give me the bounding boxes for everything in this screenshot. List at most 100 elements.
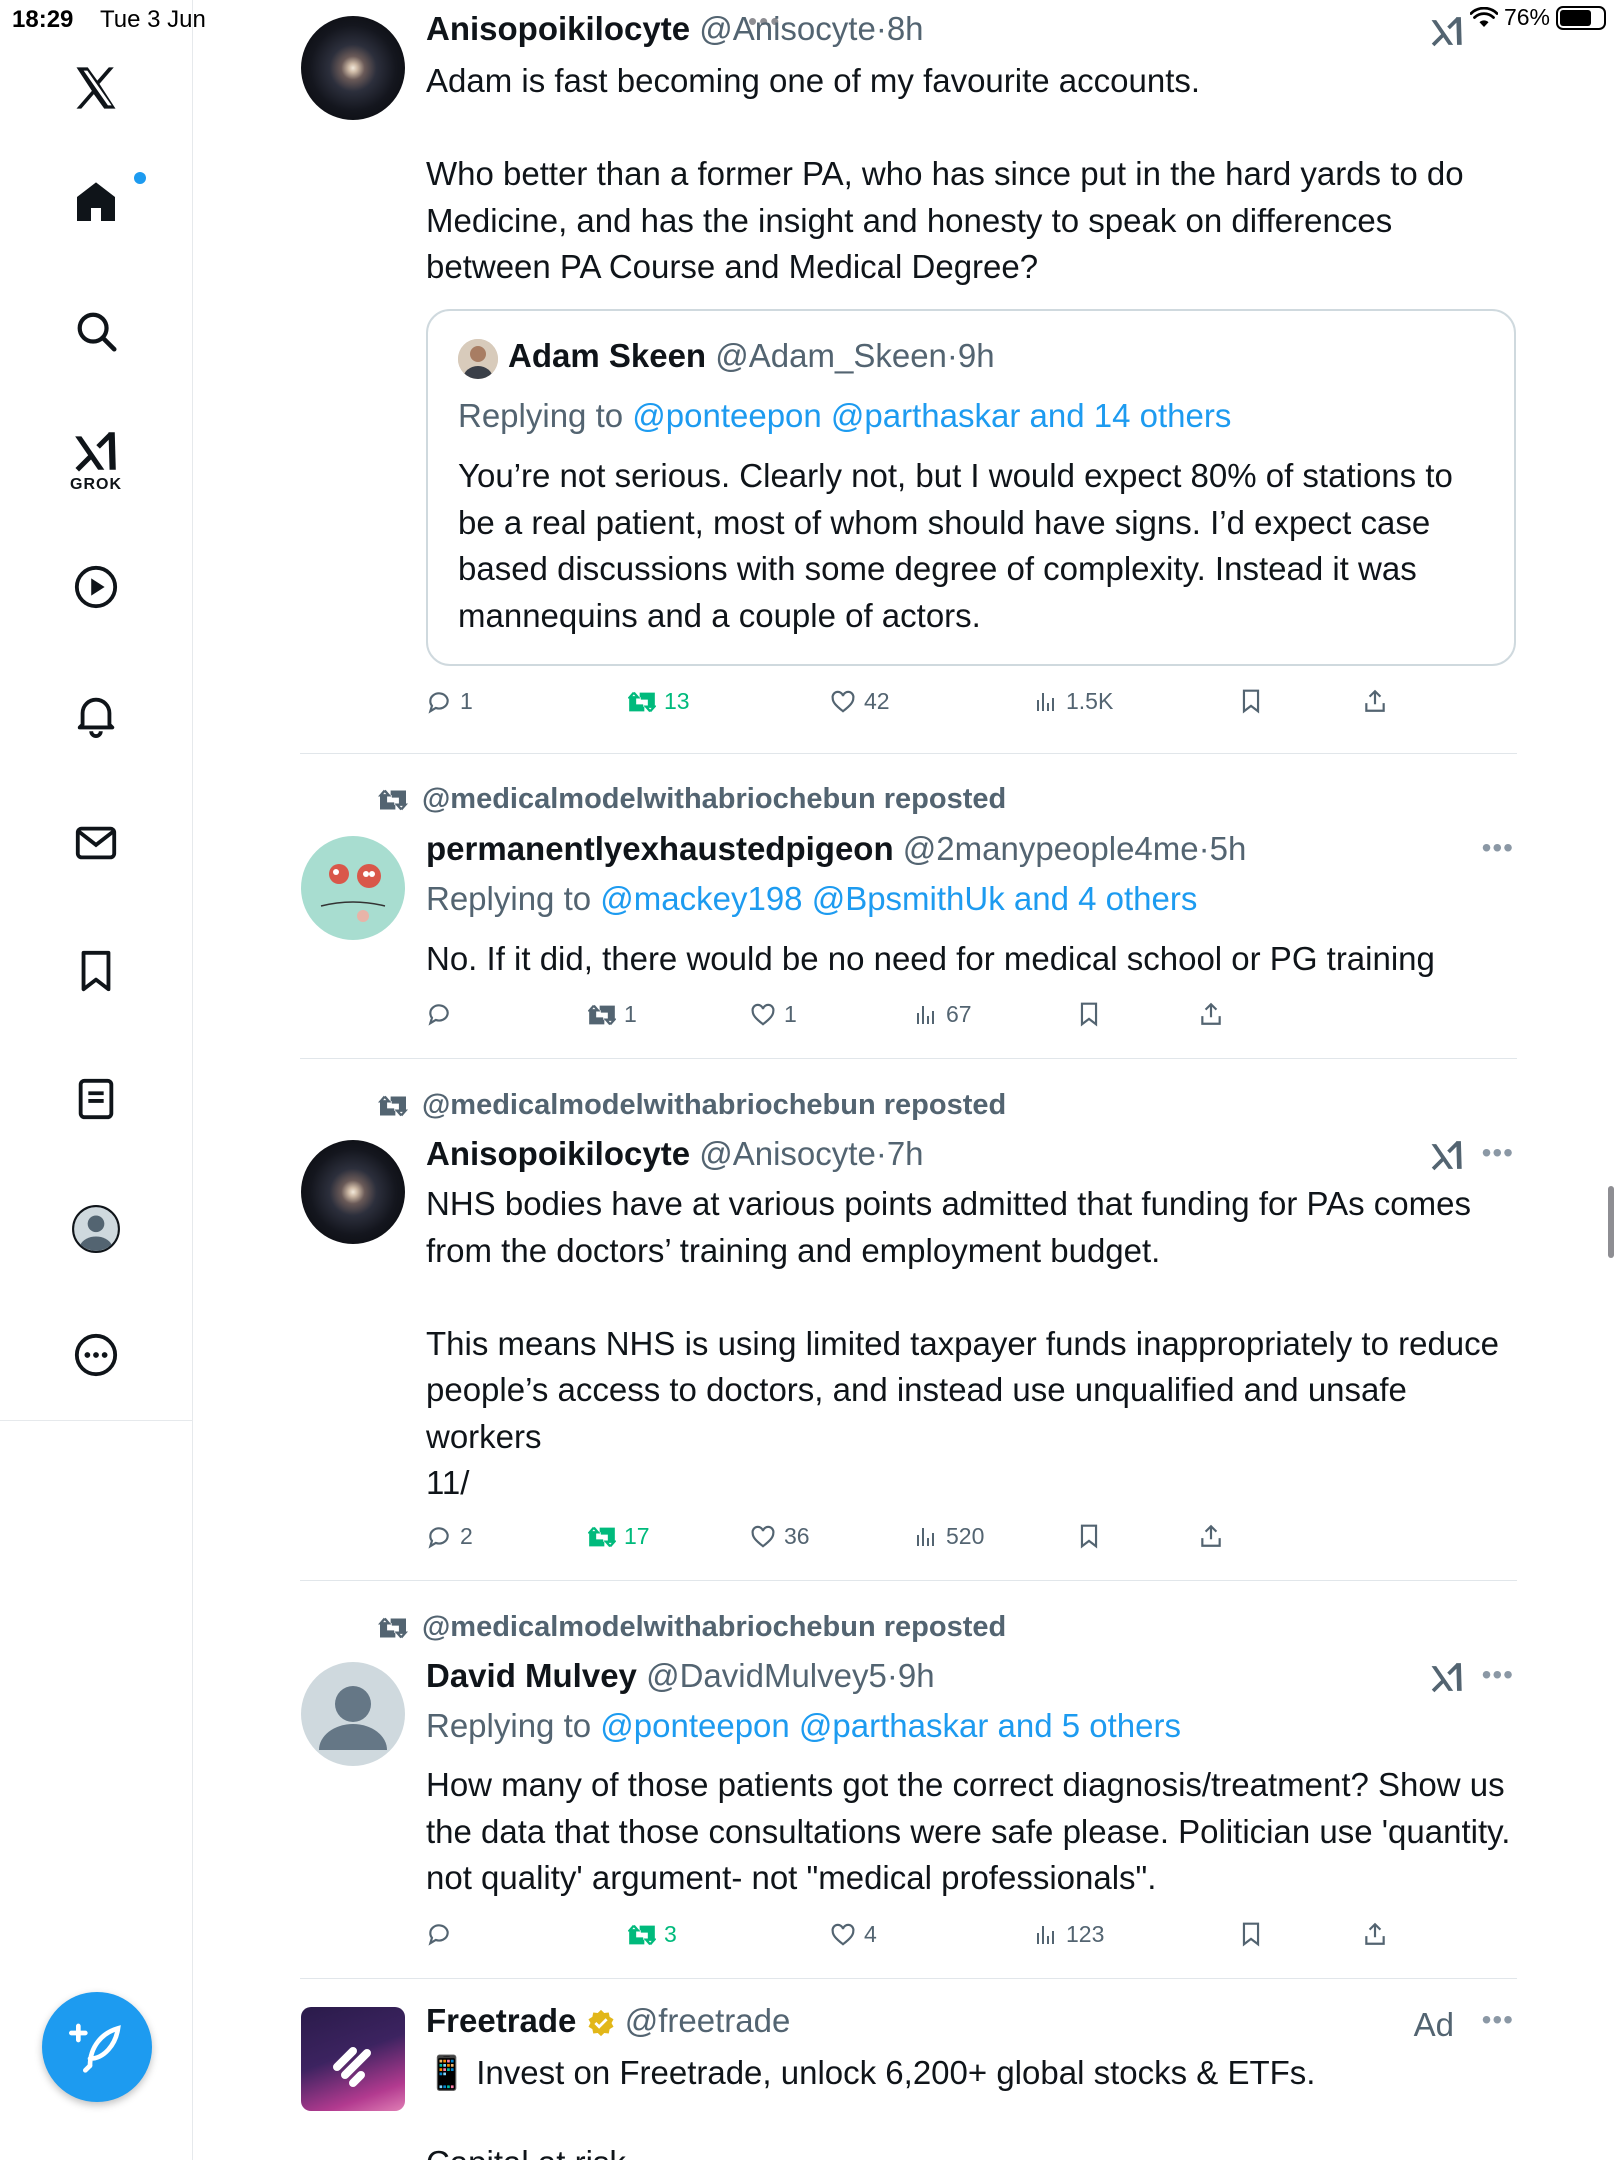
nav-lists[interactable]: [46, 1076, 146, 1122]
nav-messages[interactable]: [46, 820, 146, 866]
grok-explain-icon[interactable]: [1428, 1138, 1466, 1172]
views-button[interactable]: 520: [914, 1523, 984, 1550]
replying-to-links[interactable]: @ponteepon @parthaskar and 14 others: [632, 397, 1231, 434]
more-options-icon[interactable]: •••: [1482, 2004, 1514, 2036]
repost-button[interactable]: 17: [588, 1523, 650, 1550]
author-avatar[interactable]: [301, 1662, 405, 1766]
reply-button[interactable]: 2: [426, 1523, 473, 1550]
like-button[interactable]: 42: [830, 688, 890, 715]
repost-button[interactable]: 3: [628, 1921, 677, 1948]
author-name[interactable]: permanentlyexhaustedpigeon: [426, 830, 894, 867]
grok-explain-icon[interactable]: [1428, 14, 1466, 48]
views-chart-icon: [1037, 692, 1054, 711]
author-handle[interactable]: @freetrade: [625, 2002, 791, 2039]
more-options-icon[interactable]: •••: [1482, 832, 1514, 864]
bookmark-button[interactable]: [1076, 1523, 1102, 1549]
tweet-divider: [300, 1580, 1517, 1581]
views-chart-icon: [917, 1005, 934, 1024]
bookmark-icon: [81, 950, 111, 992]
sidebar-divider: [0, 1420, 193, 1421]
reply-button[interactable]: [426, 1921, 460, 1947]
share-button[interactable]: [1198, 1523, 1224, 1549]
reposted-by[interactable]: @medicalmodelwithabriochebun reposted: [422, 783, 1006, 816]
author-handle[interactable]: @Anisocyte: [699, 1135, 876, 1172]
heart-icon: [831, 1923, 855, 1946]
share-button[interactable]: [1362, 1921, 1388, 1947]
repost-button[interactable]: 1: [588, 1001, 637, 1028]
quoted-author-name: Adam Skeen: [508, 337, 707, 374]
replying-to-links[interactable]: @mackey198 @BpsmithUk and 4 others: [600, 880, 1197, 917]
bookmark-icon: [1242, 689, 1260, 714]
tweet-header: Freetrade @freetrade: [426, 2002, 790, 2040]
author-avatar[interactable]: [301, 16, 405, 120]
reposted-by[interactable]: @medicalmodelwithabriochebun reposted: [422, 1089, 1006, 1122]
author-name[interactable]: Anisopoikilocyte: [426, 10, 690, 47]
scrollbar[interactable]: [1608, 1186, 1614, 1258]
nav-home[interactable]: [46, 172, 146, 226]
bookmark-button[interactable]: [1238, 1921, 1264, 1947]
heart-icon: [751, 1525, 775, 1548]
quoted-text: You’re not serious. Clearly not, but I w…: [458, 457, 1453, 634]
tweet-time[interactable]: 5h: [1210, 830, 1247, 867]
author-name[interactable]: Anisopoikilocyte: [426, 1135, 690, 1172]
reply-button[interactable]: [426, 1001, 460, 1027]
quoted-tweet[interactable]: Adam Skeen @Adam_Skeen·9h Replying to @p…: [426, 309, 1516, 666]
like-button[interactable]: 1: [750, 1001, 797, 1028]
tweet-header: David Mulvey @DavidMulvey5·9h: [426, 1657, 935, 1694]
share-icon: [1365, 1922, 1385, 1945]
like-button[interactable]: 36: [750, 1523, 810, 1550]
more-options-icon[interactable]: •••: [1482, 1137, 1514, 1169]
like-button[interactable]: 4: [830, 1921, 877, 1948]
more-options-icon[interactable]: •••: [1482, 1659, 1514, 1691]
grok-label: GROK: [70, 476, 122, 493]
reply-icon: [428, 1924, 449, 1946]
replying-to-links[interactable]: @ponteepon @parthaskar and 5 others: [600, 1707, 1181, 1744]
tweet-time[interactable]: 7h: [887, 1135, 924, 1172]
author-avatar[interactable]: [301, 2007, 405, 2111]
home-icon: [77, 182, 115, 221]
notification-dot: [134, 172, 146, 184]
compose-post-button[interactable]: [42, 1992, 152, 2102]
repost-context: @medicalmodelwithabriochebun reposted: [378, 783, 1006, 816]
nav-profile[interactable]: [46, 1204, 146, 1254]
replying-to: Replying to @ponteepon @parthaskar and 5…: [426, 1707, 1181, 1744]
bookmark-button[interactable]: [1238, 688, 1264, 714]
repost-button[interactable]: 13: [628, 688, 690, 715]
tweet-text: 📱 Invest on Freetrade, unlock 6,200+ glo…: [426, 2054, 1316, 2091]
grok-explain-icon[interactable]: [1428, 1660, 1466, 1694]
nav-bookmarks[interactable]: [46, 948, 146, 994]
nav-search[interactable]: [46, 308, 146, 354]
reposted-by[interactable]: @medicalmodelwithabriochebun reposted: [422, 1611, 1006, 1644]
author-avatar[interactable]: [301, 1140, 405, 1244]
bookmark-icon: [1242, 1922, 1260, 1947]
author-handle[interactable]: @DavidMulvey5: [646, 1657, 887, 1694]
quoted-author-handle: @Adam_Skeen: [715, 337, 947, 374]
tweet-time[interactable]: 8h: [887, 10, 924, 47]
profile-avatar-icon: [72, 1205, 120, 1253]
share-button[interactable]: [1362, 688, 1388, 714]
nav-video[interactable]: [46, 564, 146, 610]
tweet-text-continued: Capital at risk.: [426, 2140, 1516, 2160]
reply-button[interactable]: 1: [426, 688, 473, 715]
views-button[interactable]: 67: [914, 1001, 972, 1028]
author-handle[interactable]: @2manypeople4me: [903, 830, 1199, 867]
views-button[interactable]: 1.5K: [1034, 688, 1113, 715]
tweet-header: Anisopoikilocyte @Anisocyte·7h: [426, 1135, 924, 1172]
bookmark-button[interactable]: [1076, 1001, 1102, 1027]
share-button[interactable]: [1198, 1001, 1224, 1027]
x-logo-icon[interactable]: [46, 62, 146, 114]
nav-grok[interactable]: GROK: [46, 428, 146, 494]
tweet-header: permanentlyexhaustedpigeon @2manypeople4…: [426, 830, 1247, 867]
tweet-time[interactable]: 9h: [898, 1657, 935, 1694]
views-button[interactable]: 123: [1034, 1921, 1104, 1948]
tweet-text: Adam is fast becoming one of my favourit…: [426, 62, 1464, 285]
author-name[interactable]: Freetrade: [426, 2002, 576, 2039]
quoted-author-avatar: [458, 339, 498, 379]
more-circle-icon: [74, 1333, 118, 1377]
author-avatar[interactable]: [301, 836, 405, 940]
nav-more[interactable]: [46, 1332, 146, 1378]
tweet-text: NHS bodies have at various points admitt…: [426, 1185, 1500, 1501]
nav-notifications[interactable]: [46, 692, 146, 738]
author-name[interactable]: David Mulvey: [426, 1657, 637, 1694]
author-handle[interactable]: @Anisocyte: [699, 10, 876, 47]
